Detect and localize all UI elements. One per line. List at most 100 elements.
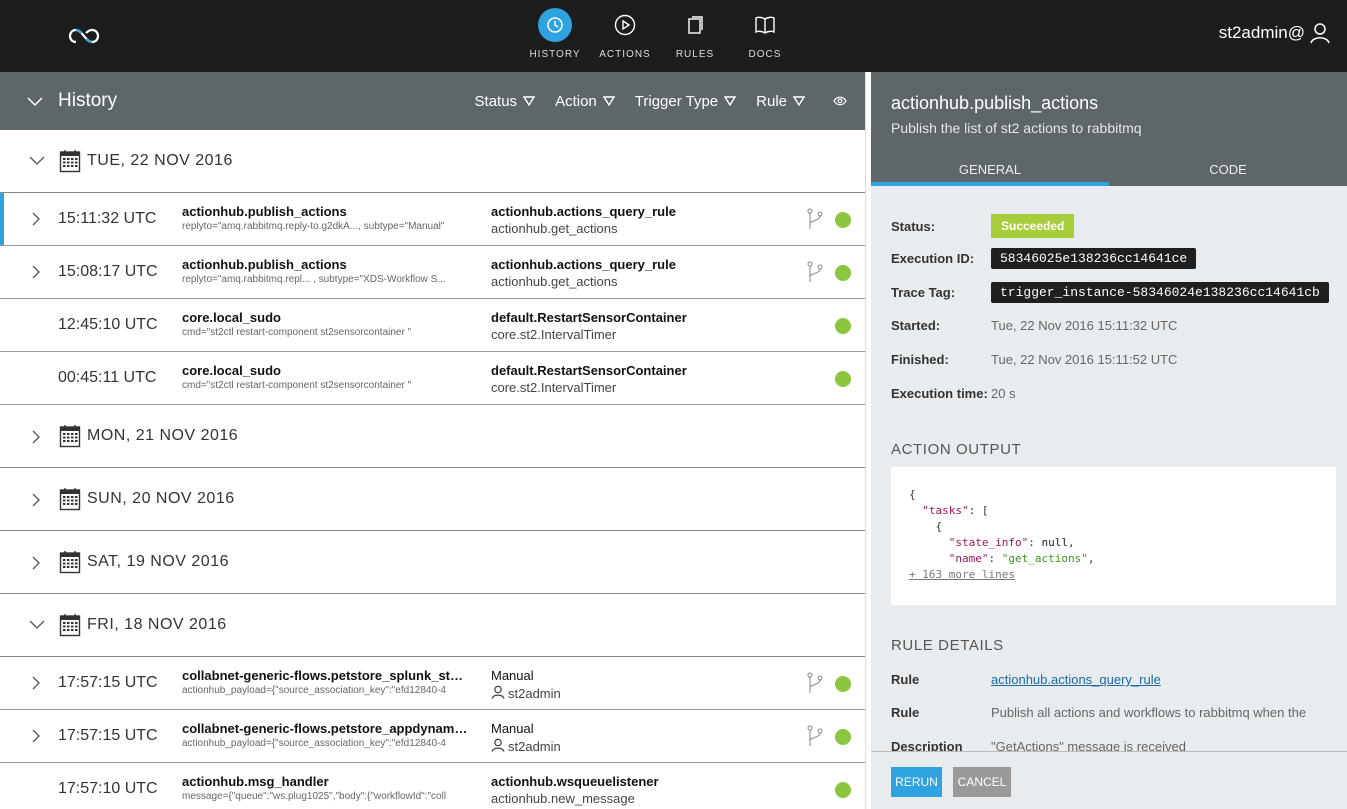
json-key-state-info: "state_info" xyxy=(948,536,1029,549)
stackstorm-logo[interactable] xyxy=(62,22,104,50)
user-icon xyxy=(491,685,508,702)
rule-name: default.RestartSensorContainer xyxy=(491,310,687,325)
nav-history-label: HISTORY xyxy=(529,49,581,60)
date-group-header[interactable]: SAT, 19 NOV 2016 xyxy=(0,531,865,594)
more-lines-link[interactable]: + 163 more lines xyxy=(909,568,1015,581)
trigger-text: st2admin xyxy=(508,739,561,754)
execution-time: 00:45:11 UTC xyxy=(58,369,157,386)
chevron-down-icon[interactable] xyxy=(26,92,44,110)
rule-name: Manual xyxy=(491,721,534,736)
action-output-box: { "tasks": [ { "state_info": null, "name… xyxy=(891,467,1336,605)
finished-label: Finished: xyxy=(891,352,949,367)
json-open-bracket: : [ xyxy=(968,504,989,517)
json-line: { xyxy=(909,487,1318,503)
execution-time: 12:45:10 UTC xyxy=(58,316,158,333)
execution-detail-panel: actionhub.publish_actions Publish the li… xyxy=(871,72,1347,809)
execution-time: 17:57:10 UTC xyxy=(58,780,158,797)
nav-docs[interactable]: DOCS xyxy=(730,0,800,72)
trigger-name: core.st2.IntervalTimer xyxy=(491,327,781,342)
tab-general[interactable]: GENERAL xyxy=(871,152,1109,186)
action-cell: core.local_sudo cmd="st2ctl restart-compo… xyxy=(182,310,468,338)
chevron-right-icon[interactable] xyxy=(30,264,42,285)
execution-row[interactable]: 12:45:10 UTC core.local_sudo cmd="st2ctl r… xyxy=(0,299,865,352)
main-nav: HISTORY ACTIONS RULES DOCS xyxy=(520,0,800,72)
rule-cell: actionhub.actions_query_rule actionhub.ge… xyxy=(491,204,781,236)
user-menu[interactable]: st2admin@ xyxy=(1219,22,1331,44)
filter-rule-label: Rule xyxy=(756,92,787,110)
status-succeeded-dot xyxy=(835,212,851,228)
execution-row[interactable]: 17:57:15 UTC collabnet-generic-flows.pets… xyxy=(0,710,865,763)
execution-row[interactable]: 15:11:32 UTC actionhub.publish_actions rep… xyxy=(0,193,865,246)
filter-trigger-type[interactable]: Trigger Type xyxy=(635,93,737,110)
date-group-header[interactable]: TUE, 22 NOV 2016 xyxy=(0,130,865,193)
date-group-header[interactable]: FRI, 18 NOV 2016 xyxy=(0,594,865,657)
detail-subtitle: Publish the list of st2 actions to rabbi… xyxy=(891,120,1142,136)
execution-time: 17:57:15 UTC xyxy=(58,674,158,691)
execution-id-value[interactable]: 58346025e138236cc14641ce xyxy=(991,248,1197,269)
action-cell: collabnet-generic-flows.petstore_splunk_… xyxy=(182,668,468,696)
action-cell: core.local_sudo cmd="st2ctl restart-compo… xyxy=(182,363,468,391)
execution-id-field: Execution ID: 58346025e138236cc14641ce xyxy=(891,248,1197,269)
action-params: replyto="amq.rabbitmq.repl... , subtype=… xyxy=(182,274,446,285)
date-group-header[interactable]: SUN, 20 NOV 2016 xyxy=(0,468,865,531)
trigger-name: core.st2.IntervalTimer xyxy=(491,380,781,395)
chevron-down-icon[interactable] xyxy=(28,153,46,171)
filter-status[interactable]: Status xyxy=(475,93,536,110)
chevron-down-icon[interactable] xyxy=(28,617,46,635)
chevron-right-icon[interactable] xyxy=(30,728,42,749)
execution-row[interactable]: 17:57:15 UTC collabnet-generic-flows.pets… xyxy=(0,657,865,710)
cancel-button[interactable]: CANCEL xyxy=(953,767,1011,797)
execution-time-field: Execution time: 20 s xyxy=(891,386,1016,401)
chevron-right-icon[interactable] xyxy=(30,675,42,696)
filter-triangle-icon xyxy=(602,96,615,106)
json-key-name: "name" xyxy=(948,552,989,565)
chevron-right-icon[interactable] xyxy=(30,211,42,232)
trace-tag-value[interactable]: trigger_instance-58346024e138236cc14641c… xyxy=(991,282,1329,303)
workflow-icon xyxy=(806,672,824,699)
rerun-button[interactable]: RERUN xyxy=(891,767,942,797)
history-title: History xyxy=(58,90,118,111)
history-toolbar: History Status Action Trigger Type Rule xyxy=(0,72,865,130)
rule-cell: actionhub.actions_query_rule actionhub.ge… xyxy=(491,257,781,289)
action-params: cmd="st2ctl restart-component st2sensorc… xyxy=(182,380,412,391)
workflow-icon xyxy=(806,725,824,752)
json-line: + 163 more lines xyxy=(909,567,1318,583)
action-name: collabnet-generic-flows.petstore_appdyna… xyxy=(182,721,468,736)
date-group-header[interactable]: MON, 21 NOV 2016 xyxy=(0,405,865,468)
filter-triangle-icon xyxy=(724,96,737,106)
started-field: Started: Tue, 22 Nov 2016 15:11:32 UTC xyxy=(891,318,1177,333)
rule-description-label: Rule Description xyxy=(891,705,963,751)
tab-code[interactable]: CODE xyxy=(1109,152,1347,186)
trigger-name: st2admin xyxy=(491,738,781,755)
finished-value: Tue, 22 Nov 2016 15:11:52 UTC xyxy=(991,352,1178,367)
chevron-right-icon[interactable] xyxy=(30,492,42,513)
status-field: Status: Succeeded xyxy=(891,214,1075,238)
trigger-text: st2admin xyxy=(508,686,561,701)
nav-rules[interactable]: RULES xyxy=(660,0,730,72)
json-inner-brace: { xyxy=(935,520,943,533)
chevron-right-icon[interactable] xyxy=(30,429,42,450)
rule-link[interactable]: actionhub.actions_query_rule xyxy=(991,672,1161,687)
rule-cell: default.RestartSensorContainer core.st2.I… xyxy=(491,310,781,342)
status-succeeded-dot xyxy=(835,782,851,798)
execution-time-value: 20 s xyxy=(991,386,1016,401)
nav-actions[interactable]: ACTIONS xyxy=(590,0,660,72)
filter-triangle-icon xyxy=(523,96,536,106)
trace-tag-field: Trace Tag: trigger_instance-58346024e138… xyxy=(891,282,1329,303)
filter-rule[interactable]: Rule xyxy=(756,93,805,110)
execution-id-label: Execution ID: xyxy=(891,251,975,266)
eye-icon[interactable] xyxy=(827,96,847,106)
chevron-right-icon[interactable] xyxy=(30,555,42,576)
status-succeeded-dot xyxy=(835,318,851,334)
nav-rules-label: RULES xyxy=(675,49,715,60)
nav-history[interactable]: HISTORY xyxy=(520,0,590,72)
trigger-text: core.st2.IntervalTimer xyxy=(491,327,617,342)
execution-row[interactable]: 17:57:10 UTC actionhub.msg_handler message… xyxy=(0,763,865,809)
execution-row[interactable]: 15:08:17 UTC actionhub.publish_actions rep… xyxy=(0,246,865,299)
calendar-icon xyxy=(59,550,81,579)
execution-row[interactable]: 00:45:11 UTC core.local_sudo cmd="st2ctl r… xyxy=(0,352,865,405)
rule-description-field: Rule Description Publish all actions and… xyxy=(891,696,1331,751)
execution-time: 15:11:32 UTC xyxy=(58,210,157,227)
status-succeeded-dot xyxy=(835,265,851,281)
filter-action[interactable]: Action xyxy=(555,93,615,110)
